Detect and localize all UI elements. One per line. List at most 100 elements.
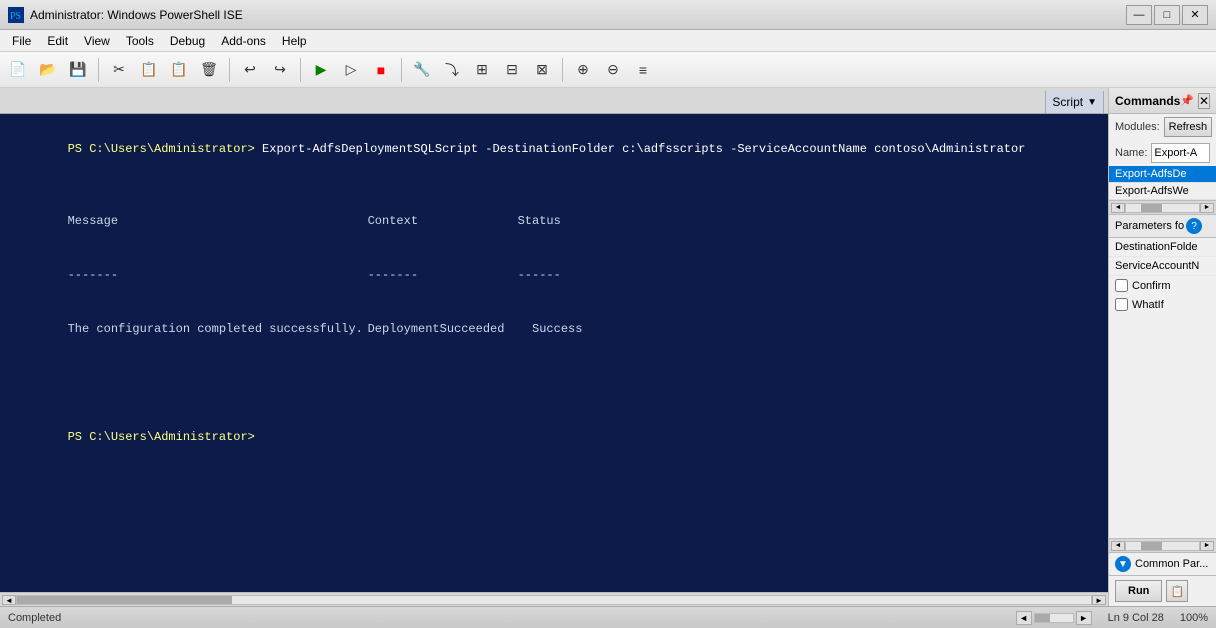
copy-script-button[interactable]: 📋 <box>1166 580 1188 602</box>
toolbar-sep-5 <box>562 58 563 82</box>
undo-button[interactable]: ↩ <box>236 56 264 84</box>
copy-button[interactable]: 📋 <box>135 56 163 84</box>
status-scroll-track[interactable] <box>1034 613 1074 623</box>
commands-header: Commands 📌 ✕ <box>1109 88 1216 114</box>
toolbar-sep-2 <box>229 58 230 82</box>
confirm-checkbox-row: Confirm <box>1109 276 1216 295</box>
scroll-left-button[interactable]: ◄ <box>2 595 16 605</box>
scroll-track[interactable] <box>16 595 1092 605</box>
tile-v-button[interactable]: ⊠ <box>528 56 556 84</box>
cmd-list-item-0[interactable]: Export-AdfsDe <box>1109 166 1216 183</box>
menu-edit[interactable]: Edit <box>39 32 76 50</box>
run-button[interactable]: ▶ <box>307 56 335 84</box>
menu-view[interactable]: View <box>76 32 118 50</box>
window-controls: — □ ✕ <box>1126 5 1208 25</box>
cut-button[interactable]: ✂ <box>105 56 133 84</box>
console-line-3: -------------------- <box>10 248 1098 302</box>
list-scroll-right[interactable]: ► <box>1200 203 1214 213</box>
params-scroll-right[interactable]: ► <box>1200 541 1214 551</box>
snippet-button[interactable]: ≡ <box>629 56 657 84</box>
minimize-button[interactable]: — <box>1126 5 1152 25</box>
redo-button[interactable]: ↪ <box>266 56 294 84</box>
format-button[interactable]: ⊞ <box>468 56 496 84</box>
whatif-checkbox-row: WhatIf <box>1109 295 1216 314</box>
params-help-button[interactable]: ? <box>1186 218 1202 234</box>
name-input[interactable] <box>1151 143 1210 163</box>
script-tab-label: Script <box>1052 95 1083 109</box>
open-file-button[interactable]: 📂 <box>34 56 62 84</box>
save-button[interactable]: 💾 <box>64 56 92 84</box>
whatif-label: WhatIf <box>1132 299 1164 311</box>
list-scroll-track[interactable] <box>1125 203 1200 213</box>
scroll-right-button[interactable]: ► <box>1092 595 1106 605</box>
tab-bar: Script ▼ <box>0 88 1108 114</box>
debug-button[interactable]: 🔧 <box>408 56 436 84</box>
run-row: Run 📋 <box>1109 575 1216 606</box>
maximize-button[interactable]: □ <box>1154 5 1180 25</box>
commands-panel: Commands 📌 ✕ Modules: Refresh Name: Expo… <box>1108 88 1216 606</box>
close-button[interactable]: ✕ <box>1182 5 1208 25</box>
status-scroll-thumb <box>1035 614 1050 622</box>
menu-help[interactable]: Help <box>274 32 315 50</box>
name-row: Name: <box>1109 140 1216 166</box>
confirm-checkbox[interactable] <box>1115 279 1128 292</box>
params-scroll-track[interactable] <box>1125 541 1200 551</box>
common-params-row: ▼ Common Par... <box>1109 552 1216 575</box>
list-scrollbar[interactable]: ◄ ► <box>1109 200 1216 214</box>
paste-button[interactable]: 📋 <box>165 56 193 84</box>
window-title: Administrator: Windows PowerShell ISE <box>30 8 1126 22</box>
cmd-list-item-1[interactable]: Export-AdfsWe <box>1109 183 1216 200</box>
console-line-5 <box>10 356 1098 374</box>
status-position: Ln 9 Col 28 <box>1108 612 1164 624</box>
menu-bar: File Edit View Tools Debug Add-ons Help <box>0 30 1216 52</box>
confirm-label: Confirm <box>1132 280 1171 292</box>
new-file-button[interactable]: 📄 <box>4 56 32 84</box>
console-line-2: MessageContextStatus <box>10 194 1098 248</box>
scroll-thumb <box>17 596 232 604</box>
menu-tools[interactable]: Tools <box>118 32 162 50</box>
toolbar-sep-1 <box>98 58 99 82</box>
pin-icon[interactable]: 📌 <box>1180 94 1194 107</box>
modules-row: Modules: Refresh <box>1109 114 1216 140</box>
menu-file[interactable]: File <box>4 32 39 50</box>
zoom-in-button[interactable]: ⊕ <box>569 56 597 84</box>
params-scroll-left[interactable]: ◄ <box>1111 541 1125 551</box>
console-line-6 <box>10 374 1098 392</box>
console-output[interactable]: PS C:\Users\Administrator> Export-AdfsDe… <box>0 114 1108 592</box>
param-serviceaccount[interactable]: ServiceAccountN <box>1109 257 1216 276</box>
chevron-down-icon[interactable]: ▼ <box>1115 556 1131 572</box>
refresh-button[interactable]: Refresh <box>1164 117 1213 137</box>
tile-h-button[interactable]: ⊟ <box>498 56 526 84</box>
modules-label: Modules: <box>1115 121 1160 133</box>
status-scroll-left[interactable]: ◄ <box>1016 611 1032 625</box>
run-script-button[interactable]: Run <box>1115 580 1162 602</box>
console-prompt-line: PS C:\Users\Administrator> <box>10 410 1098 464</box>
params-scroll-thumb <box>1141 542 1163 550</box>
param-destination[interactable]: DestinationFolde <box>1109 238 1216 257</box>
status-bar: Completed ◄ ► Ln 9 Col 28 100% <box>0 606 1216 628</box>
toolbar-sep-4 <box>401 58 402 82</box>
tab-chevron-icon[interactable]: ▼ <box>1087 97 1097 108</box>
clear-button[interactable]: 🗑 <box>195 56 223 84</box>
whatif-checkbox[interactable] <box>1115 298 1128 311</box>
status-scroll-right[interactable]: ► <box>1076 611 1092 625</box>
commands-close-button[interactable]: ✕ <box>1198 93 1210 109</box>
commands-title: Commands <box>1115 94 1180 108</box>
svg-text:PS: PS <box>10 11 21 22</box>
console-scrollbar-horizontal[interactable]: ◄ ► <box>0 592 1108 606</box>
list-scroll-left[interactable]: ◄ <box>1111 203 1125 213</box>
status-text: Completed <box>8 612 1016 624</box>
run-selection-button[interactable]: ▷ <box>337 56 365 84</box>
toolbar: 📄 📂 💾 ✂ 📋 📋 🗑 ↩ ↪ ▶ ▷ ■ 🔧 ⤵ ⊞ ⊟ ⊠ ⊕ ⊖ ≡ <box>0 52 1216 88</box>
params-scrollbar[interactable]: ◄ ► <box>1109 538 1216 552</box>
menu-addons[interactable]: Add-ons <box>213 32 274 50</box>
zoom-out-button[interactable]: ⊖ <box>599 56 627 84</box>
menu-debug[interactable]: Debug <box>162 32 213 50</box>
console-wrapper: Script ▼ PS C:\Users\Administrator> Expo… <box>0 88 1108 606</box>
toolbar-sep-3 <box>300 58 301 82</box>
step-over-button[interactable]: ⤵ <box>438 56 466 84</box>
status-scrollbar[interactable]: ◄ ► <box>1016 611 1092 625</box>
stop-button[interactable]: ■ <box>367 56 395 84</box>
console-line-1 <box>10 176 1098 194</box>
title-bar: PS Administrator: Windows PowerShell ISE… <box>0 0 1216 30</box>
